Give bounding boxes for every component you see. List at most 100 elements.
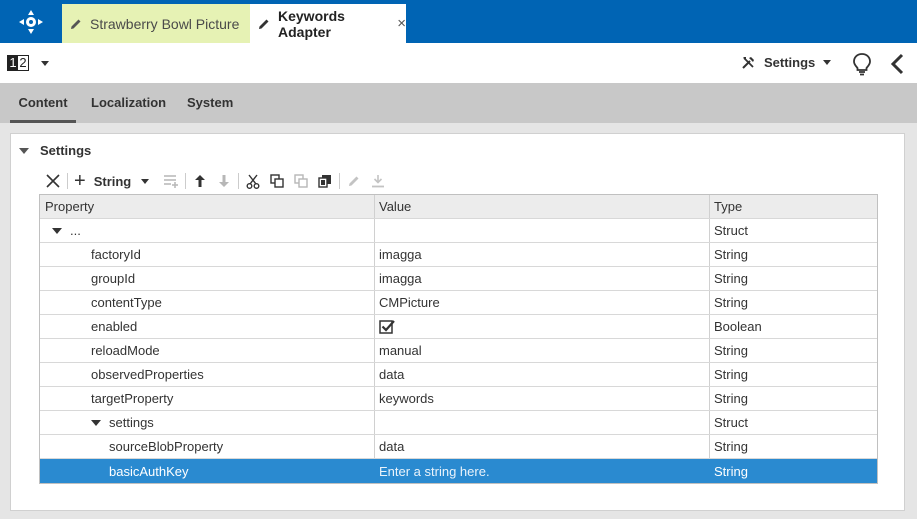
value-text: keywords — [379, 391, 434, 406]
type-cell[interactable]: Boolean — [710, 315, 877, 338]
move-up-icon[interactable] — [188, 171, 212, 191]
paste-icon[interactable] — [289, 171, 313, 191]
app-menu-button[interactable] — [0, 0, 62, 43]
property-cell[interactable]: ... — [40, 219, 375, 242]
struct-toolbar: + String — [41, 171, 390, 191]
table-row[interactable]: groupId imagga String — [40, 267, 877, 291]
close-tab-icon[interactable]: × — [397, 15, 406, 32]
type-cell[interactable]: Struct — [710, 219, 877, 242]
value-text: data — [379, 439, 405, 454]
add-property-button[interactable]: + String — [74, 170, 150, 192]
collapse-triangle-icon — [19, 147, 29, 154]
column-header-property[interactable]: Property — [40, 195, 375, 218]
type-cell[interactable]: String — [710, 243, 877, 266]
type-cell[interactable]: String — [710, 339, 877, 362]
add-list-icon[interactable] — [159, 171, 183, 191]
value-cell[interactable]: imagga — [375, 267, 710, 290]
type-cell[interactable]: String — [710, 387, 877, 410]
delete-icon[interactable] — [41, 171, 65, 191]
property-name: settings — [109, 415, 154, 430]
value-cell[interactable]: data — [375, 363, 710, 386]
value-text: imagga — [379, 271, 422, 286]
table-row[interactable]: contentType CMPicture String — [40, 291, 877, 315]
property-name: reloadMode — [91, 343, 160, 358]
property-name: ... — [70, 223, 81, 238]
type-cell[interactable]: String — [710, 435, 877, 458]
table-row[interactable]: basicAuthKey Enter a string here. String — [40, 459, 877, 483]
tab-content[interactable]: Content — [10, 83, 76, 123]
value-cell[interactable] — [375, 411, 710, 434]
settings-panel: Settings + String Property Value Type ..… — [10, 133, 905, 511]
chevron-down-icon — [141, 178, 150, 184]
divider — [238, 173, 240, 189]
property-name: factoryId — [91, 247, 141, 262]
tab-system[interactable]: System — [187, 83, 233, 123]
table-row[interactable]: ... Struct — [40, 219, 877, 243]
property-cell[interactable]: settings — [40, 411, 375, 434]
column-header-value[interactable]: Value — [375, 195, 710, 218]
table-row[interactable]: sourceBlobProperty data String — [40, 435, 877, 459]
value-cell[interactable]: data — [375, 435, 710, 458]
value-cell[interactable]: Enter a string here. — [375, 459, 710, 483]
table-header-row: Property Value Type — [40, 195, 877, 219]
property-cell[interactable]: observedProperties — [40, 363, 375, 386]
property-cell[interactable]: basicAuthKey — [40, 459, 375, 483]
property-cell[interactable]: enabled — [40, 315, 375, 338]
type-cell[interactable]: String — [710, 291, 877, 314]
type-cell[interactable]: String — [710, 459, 877, 483]
paste-special-icon[interactable] — [313, 171, 337, 191]
move-down-icon[interactable] — [212, 171, 236, 191]
column-header-type[interactable]: Type — [710, 195, 877, 218]
expand-triangle-icon[interactable] — [52, 227, 62, 234]
table-row[interactable]: settings Struct — [40, 411, 877, 435]
divider — [67, 173, 68, 189]
tab-keywords-adapter[interactable]: Keywords Adapter × — [250, 4, 406, 43]
pencil-icon — [69, 17, 83, 31]
property-cell[interactable]: contentType — [40, 291, 375, 314]
table-body: ... Struct factoryId imagga String groupId ima… — [40, 219, 877, 483]
plus-icon: + — [74, 170, 86, 192]
property-cell[interactable]: reloadMode — [40, 339, 375, 362]
divider — [339, 173, 341, 189]
copy-icon[interactable] — [265, 171, 289, 191]
table-row[interactable]: enabled Boolean — [40, 315, 877, 339]
table-row[interactable]: reloadMode manual String — [40, 339, 877, 363]
value-cell[interactable]: imagga — [375, 243, 710, 266]
property-name: observedProperties — [91, 367, 204, 382]
lightbulb-icon[interactable] — [852, 52, 872, 79]
property-cell[interactable]: sourceBlobProperty — [40, 435, 375, 458]
add-type-label: String — [93, 173, 132, 189]
property-cell[interactable]: targetProperty — [40, 387, 375, 410]
locale-menu-button[interactable]: 12 — [7, 55, 49, 71]
value-cell[interactable] — [375, 315, 710, 338]
document-toolbar: 12 Settings — [0, 43, 917, 83]
table-row[interactable]: factoryId imagga String — [40, 243, 877, 267]
property-name: basicAuthKey — [109, 463, 189, 479]
value-cell[interactable]: keywords — [375, 387, 710, 410]
type-cell[interactable]: String — [710, 363, 877, 386]
edit-icon[interactable] — [342, 171, 366, 191]
value-cell[interactable]: CMPicture — [375, 291, 710, 314]
tab-strawberry-bowl-picture[interactable]: Strawberry Bowl Picture — [62, 4, 250, 43]
table-row[interactable]: targetProperty keywords String — [40, 387, 877, 411]
checkbox-checked-icon[interactable] — [379, 319, 395, 334]
settings-menu-button[interactable]: Settings — [741, 55, 832, 70]
property-cell[interactable]: groupId — [40, 267, 375, 290]
expand-triangle-icon[interactable] — [91, 419, 101, 426]
value-cell[interactable] — [375, 219, 710, 242]
type-cell[interactable]: Struct — [710, 411, 877, 434]
panel-header[interactable]: Settings — [19, 143, 91, 158]
value-cell[interactable]: manual — [375, 339, 710, 362]
property-cell[interactable]: factoryId — [40, 243, 375, 266]
locale-compare-icon: 12 — [7, 55, 29, 71]
property-name: contentType — [91, 295, 162, 310]
collapse-sidebar-icon[interactable] — [888, 52, 906, 79]
type-cell[interactable]: String — [710, 267, 877, 290]
value-text: CMPicture — [379, 295, 440, 310]
chevron-down-icon — [41, 60, 49, 66]
tab-label: Strawberry Bowl Picture — [90, 15, 240, 32]
tab-localization[interactable]: Localization — [91, 83, 166, 123]
table-row[interactable]: observedProperties data String — [40, 363, 877, 387]
download-icon[interactable] — [366, 171, 390, 191]
cut-icon[interactable] — [241, 171, 265, 191]
